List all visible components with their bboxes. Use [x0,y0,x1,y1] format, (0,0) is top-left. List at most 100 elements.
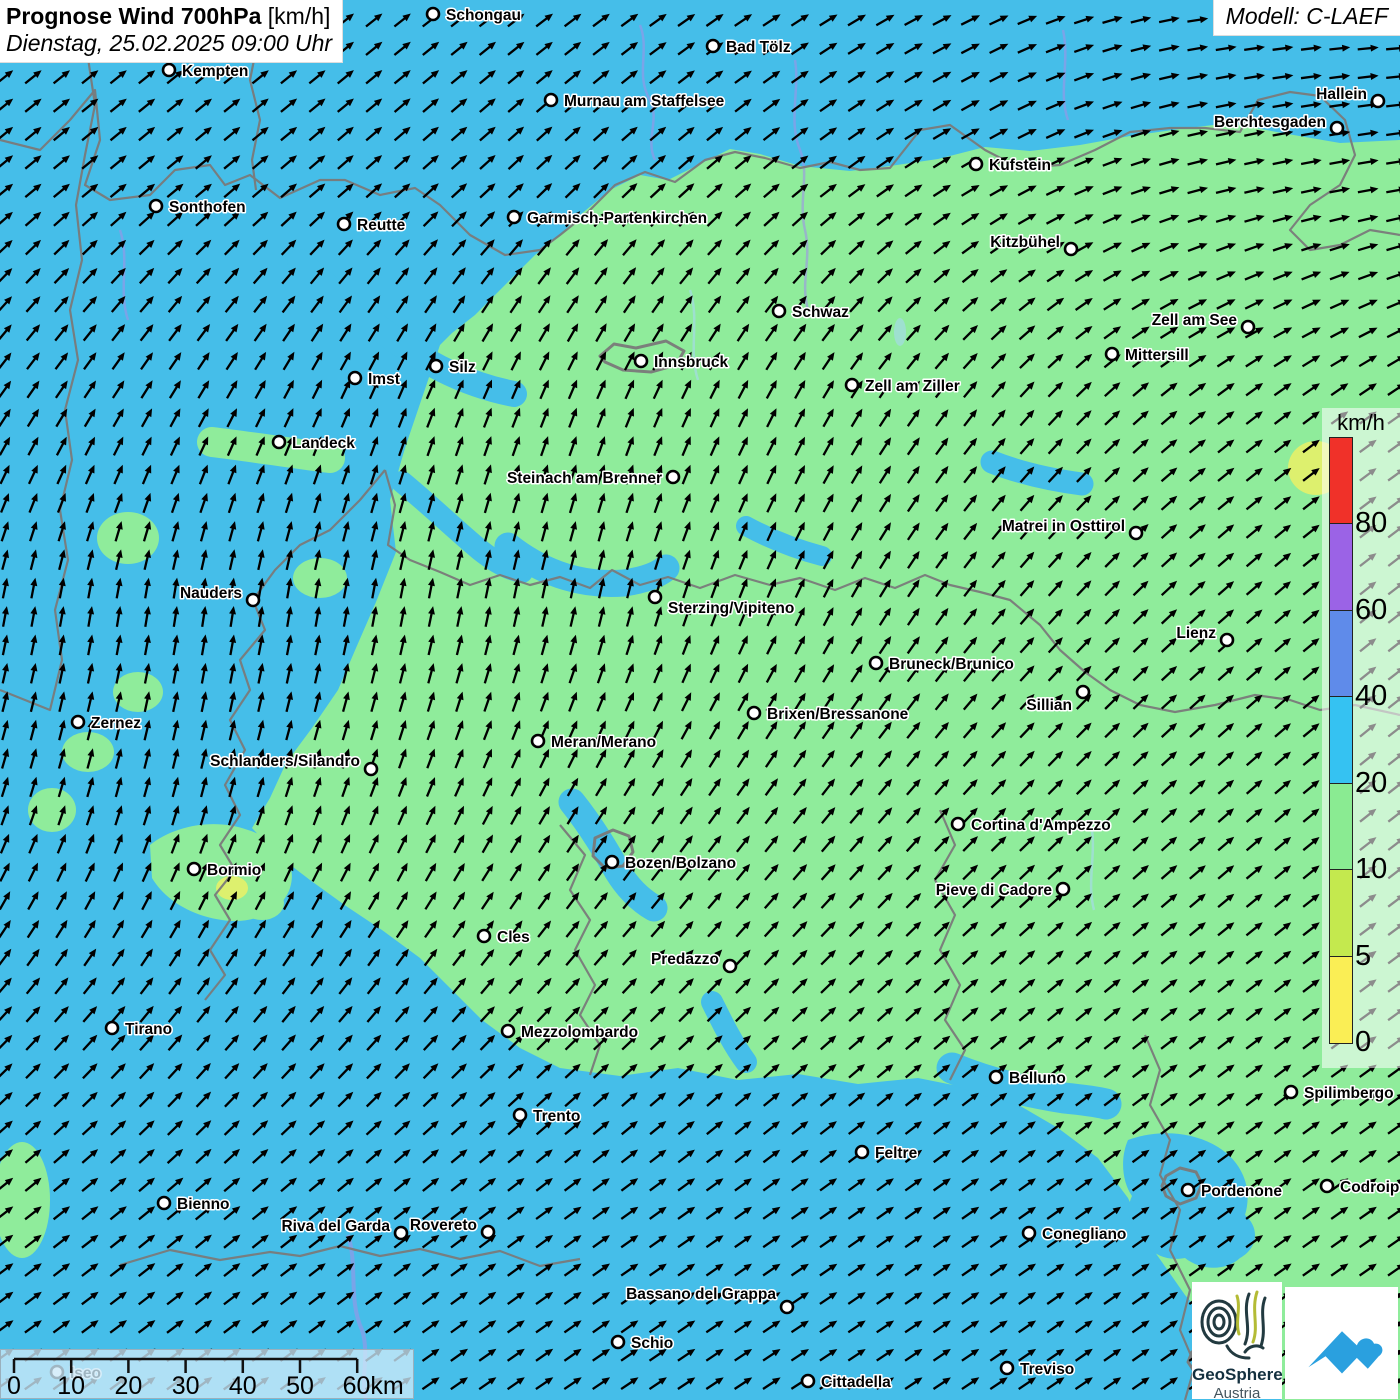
city-marker [748,707,760,719]
city-label: Zernez [91,715,141,732]
scalebar-label-0: 0 [7,1372,21,1398]
city-label: Hallein [1316,86,1367,103]
city-label: Conegliano [1042,1226,1126,1243]
city-label: Nauders [180,585,242,602]
city-label: Schio [631,1335,673,1352]
city-label: Bassano del Grappa [626,1286,776,1303]
city-marker [1242,321,1254,333]
city-label: Bruneck/Brunico [889,656,1014,673]
city-label: Brixen/Bressanone [767,706,909,723]
city-marker [188,863,200,875]
city-label: Mittersill [1125,347,1189,364]
city-marker [338,218,350,230]
city-marker [532,735,544,747]
scalebar-ruler [14,1359,357,1373]
city-marker [1065,243,1077,255]
city-marker [349,372,361,384]
city-label: Treviso [1020,1361,1074,1378]
city-label: Bormio [207,862,261,879]
legend-seg-5 [1330,870,1352,956]
weather-map-app: SchongauBad TölzKemptenMurnau am Staffel… [0,0,1400,1400]
city-label: Schongau [446,7,521,24]
scalebar-label-30: 30 [172,1372,200,1398]
city-marker [970,158,982,170]
city-marker [802,1375,814,1387]
city-label: Imst [368,371,400,388]
legend-seg-20 [1330,697,1352,783]
city-label: Sillian [1026,697,1072,714]
city-marker [846,379,858,391]
city-label: Rovereto [410,1217,477,1234]
city-marker [502,1025,514,1037]
legend-seg-40 [1330,611,1352,697]
city-marker [781,1301,793,1313]
geosphere-logo-name: GeoSphere [1192,1365,1282,1385]
city-label: Sonthofen [169,199,246,216]
city-label: Pieve di Cadore [936,882,1053,899]
legend-label-5: 5 [1355,942,1371,971]
city-label: Innsbruck [654,354,728,371]
city-label: Pordenone [1201,1183,1282,1200]
wind-map-canvas: SchongauBad TölzKemptenMurnau am Staffel… [0,0,1400,1400]
city-label: Cortina d'Ampezzo [971,817,1111,834]
forecast-title-unit: [km/h] [261,3,330,29]
legend-label-60: 60 [1355,596,1387,625]
legend-seg-80 [1330,438,1352,524]
legend-label-10: 10 [1355,855,1387,884]
city-label: Steinach am Brenner [507,470,662,487]
city-marker [247,594,259,606]
city-marker [870,657,882,669]
legend-label-80: 80 [1355,509,1387,538]
city-marker [1182,1184,1194,1196]
city-label: Belluno [1009,1070,1066,1087]
city-marker [667,471,679,483]
legend-seg-0 [1330,957,1352,1043]
wind-speed-legend: km/h 806040201050 [1322,408,1400,1068]
city-bozen-bolzano: Bozen/Bolzano [606,855,736,872]
city-marker [150,200,162,212]
city-mezzolombardo: Mezzolombardo [502,1024,638,1041]
forecast-title-box: Prognose Wind 700hPa [km/h] Dienstag, 25… [0,0,342,62]
city-marker [612,1336,624,1348]
city-marker [1221,634,1233,646]
city-label: Schlanders/Silandro [210,753,360,770]
city-label: Zell am See [1152,312,1238,329]
city-label: Kitzbühel [990,234,1060,251]
city-label: Bienno [177,1196,230,1213]
city-marker [395,1227,407,1239]
city-label: Zell am Ziller [865,378,960,395]
scalebar-label-60km: 60km [343,1372,404,1398]
city-marker [273,436,285,448]
geosphere-logo-country: Austria [1192,1385,1282,1400]
city-marker [649,591,661,603]
city-label: Meran/Merano [551,734,656,751]
city-marker [1106,348,1118,360]
city-garmisch-partenkirchen: Garmisch-Partenkirchen [508,210,707,227]
city-marker [707,40,719,52]
model-label: Modell: C-LAEF [1214,0,1400,35]
city-cortina-d-ampezzo: Cortina d'Ampezzo [952,817,1111,834]
scalebar-label-50: 50 [286,1372,314,1398]
city-marker [545,94,557,106]
city-label: Matrei in Osttirol [1002,518,1125,535]
city-marker [1001,1362,1013,1374]
city-label: Spilimbergo [1304,1085,1394,1102]
city-marker [514,1109,526,1121]
city-marker [1372,95,1384,107]
lake-zeller-see [894,318,906,346]
city-marker [952,818,964,830]
city-marker [158,1197,170,1209]
city-label: Cittadella [821,1374,891,1391]
city-label: Lienz [1176,625,1216,642]
city-label: Garmisch-Partenkirchen [527,210,707,227]
city-marker [508,211,520,223]
scalebar-label-10: 10 [57,1372,85,1398]
legend-unit-label: km/h [1322,410,1400,436]
city-marker [1077,686,1089,698]
scalebar-label-20: 20 [114,1372,142,1398]
city-steinach-am-brenner: Steinach am Brenner [507,470,679,487]
forecast-datetime: Dienstag, 25.02.2025 09:00 Uhr [6,30,332,57]
city-label: Landeck [292,435,355,452]
city-label: Kempten [182,63,248,80]
city-marker [482,1226,494,1238]
